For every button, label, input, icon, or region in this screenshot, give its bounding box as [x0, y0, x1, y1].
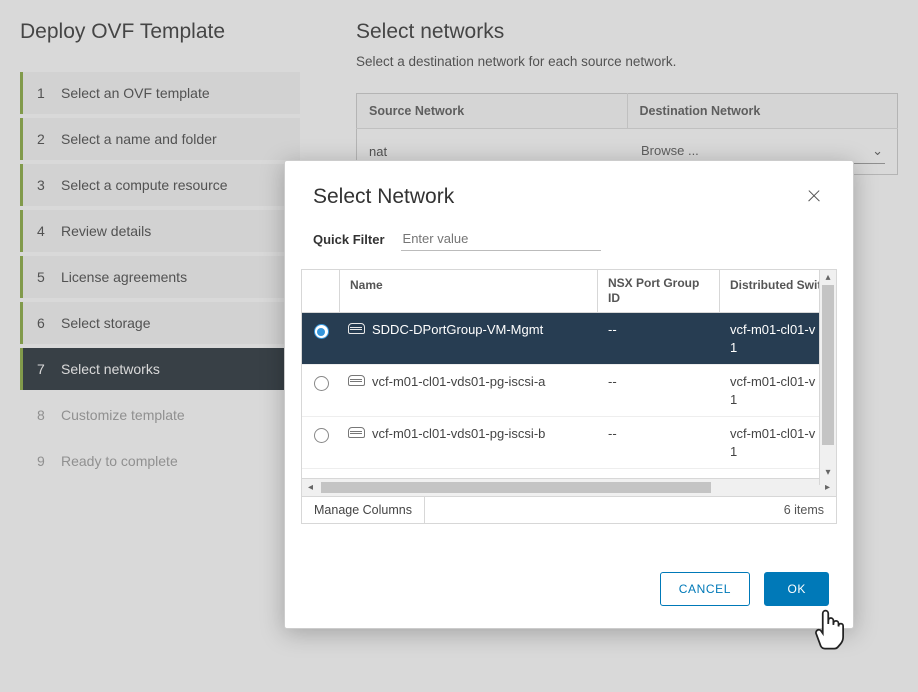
row-name-cell: vcf-m01-cl01-vds01-pg-iscsi-b	[340, 417, 598, 451]
row-radio-cell[interactable]	[302, 313, 340, 349]
network-row[interactable]: vcf-m01-cl01-vds01-pg-mgmt--vcf-m01-cl01…	[302, 469, 836, 478]
step-number: 6	[37, 315, 47, 331]
row-name-cell: SDDC-DPortGroup-VM-Mgmt	[340, 313, 598, 347]
grid-body: SDDC-DPortGroup-VM-Mgmt--vcf-m01-cl01-v1…	[302, 313, 836, 478]
filter-label: Quick Filter	[313, 232, 385, 247]
network-row[interactable]: SDDC-DPortGroup-VM-Mgmt--vcf-m01-cl01-v1	[302, 313, 836, 365]
modal-footer: CANCEL OK	[285, 524, 853, 628]
step-number: 1	[37, 85, 47, 101]
step-number: 4	[37, 223, 47, 239]
wizard-title: Deploy OVF Template	[20, 20, 300, 44]
vertical-scrollbar[interactable]: ▴ ▾	[819, 270, 836, 485]
radio-icon[interactable]	[314, 376, 329, 391]
wizard-step-5[interactable]: 5 License agreements	[20, 256, 300, 298]
dest-select-label: Browse ...	[641, 143, 699, 159]
col-radio-header	[302, 270, 340, 312]
wizard-step-7[interactable]: 7 Select networks	[20, 348, 300, 390]
ok-button[interactable]: OK	[764, 572, 829, 606]
grid-header: Name NSX Port Group ID Distributed Swit	[302, 270, 836, 313]
row-radio-cell[interactable]	[302, 417, 340, 453]
col-nsx-header[interactable]: NSX Port Group ID	[598, 270, 720, 312]
radio-icon[interactable]	[314, 324, 329, 339]
items-count: 6 items	[784, 503, 836, 517]
wizard-step-3[interactable]: 3 Select a compute resource	[20, 164, 300, 206]
col-name-header[interactable]: Name	[340, 270, 598, 312]
step-label: Review details	[61, 223, 151, 239]
step-label: License agreements	[61, 269, 187, 285]
close-icon[interactable]	[803, 185, 825, 207]
row-nsx-cell: --	[598, 313, 720, 346]
row-name-cell: vcf-m01-cl01-vds01-pg-iscsi-a	[340, 365, 598, 399]
wizard-step-9: 9 Ready to complete	[20, 440, 300, 482]
step-number: 5	[37, 269, 47, 285]
wizard-step-6[interactable]: 6 Select storage	[20, 302, 300, 344]
col-source-header: Source Network	[357, 94, 628, 129]
step-number: 7	[37, 361, 47, 377]
scroll-thumb-vertical[interactable]	[822, 285, 834, 445]
row-nsx-cell: --	[598, 365, 720, 398]
step-number: 2	[37, 131, 47, 147]
network-icon	[348, 323, 364, 336]
step-label: Select a name and folder	[61, 131, 217, 147]
scroll-up-icon[interactable]: ▴	[821, 270, 836, 285]
filter-input[interactable]	[401, 227, 601, 251]
row-radio-cell[interactable]	[302, 469, 340, 478]
wizard-sidebar: Deploy OVF Template 1 Select an OVF templ…	[0, 0, 300, 486]
step-label: Select storage	[61, 315, 151, 331]
radio-icon[interactable]	[314, 428, 329, 443]
network-icon	[348, 427, 364, 440]
row-name: SDDC-DPortGroup-VM-Mgmt	[372, 321, 543, 339]
step-number: 3	[37, 177, 47, 193]
scroll-left-icon[interactable]: ◂	[302, 482, 319, 493]
modal-title: Select Network	[313, 185, 454, 209]
wizard-step-4[interactable]: 4 Review details	[20, 210, 300, 252]
step-label: Ready to complete	[61, 453, 178, 469]
step-number: 8	[37, 407, 47, 423]
modal-header: Select Network	[285, 161, 853, 217]
chevron-down-icon: ⌄	[872, 143, 883, 159]
row-nsx-cell: --	[598, 469, 720, 478]
col-dest-header: Destination Network	[627, 94, 898, 129]
row-name: vcf-m01-cl01-vds01-pg-iscsi-b	[372, 425, 545, 443]
row-radio-cell[interactable]	[302, 365, 340, 401]
select-network-modal: Select Network Quick Filter Name NSX Por…	[284, 160, 854, 629]
step-label: Select networks	[61, 361, 160, 377]
horizontal-scrollbar[interactable]: ◂ ▸	[302, 478, 836, 496]
network-row[interactable]: vcf-m01-cl01-vds01-pg-iscsi-b--vcf-m01-c…	[302, 417, 836, 469]
step-number: 9	[37, 453, 47, 469]
grid-footer: Manage Columns 6 items	[301, 497, 837, 524]
page-title: Select networks	[356, 20, 898, 44]
wizard-step-1[interactable]: 1 Select an OVF template	[20, 72, 300, 114]
network-grid: Name NSX Port Group ID Distributed Swit …	[301, 269, 837, 497]
row-name-cell: vcf-m01-cl01-vds01-pg-mgmt	[340, 469, 598, 478]
row-nsx-cell: --	[598, 417, 720, 450]
row-name: vcf-m01-cl01-vds01-pg-mgmt	[372, 477, 541, 478]
step-label: Select an OVF template	[61, 85, 210, 101]
network-icon	[348, 375, 364, 388]
page-subtitle: Select a destination network for each so…	[356, 54, 898, 69]
scroll-thumb-horizontal[interactable]	[321, 482, 711, 493]
scroll-down-icon[interactable]: ▾	[821, 465, 836, 480]
wizard-step-2[interactable]: 2 Select a name and folder	[20, 118, 300, 160]
row-name: vcf-m01-cl01-vds01-pg-iscsi-a	[372, 373, 545, 391]
step-label: Select a compute resource	[61, 177, 228, 193]
cancel-button[interactable]: CANCEL	[660, 572, 750, 606]
step-label: Customize template	[61, 407, 185, 423]
wizard-step-8: 8 Customize template	[20, 394, 300, 436]
manage-columns-button[interactable]: Manage Columns	[302, 497, 425, 523]
network-row[interactable]: vcf-m01-cl01-vds01-pg-iscsi-a--vcf-m01-c…	[302, 365, 836, 417]
filter-row: Quick Filter	[285, 217, 853, 259]
